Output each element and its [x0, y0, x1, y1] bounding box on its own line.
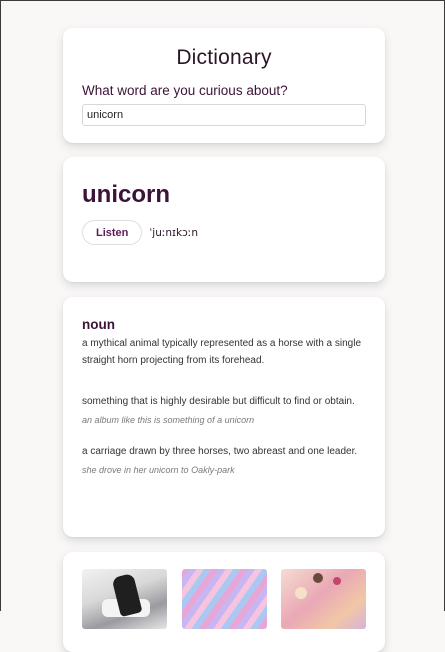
search-card: Dictionary What word are you curious abo…: [63, 28, 385, 143]
photo-grid: [82, 569, 366, 629]
meaning-item: something that is highly desirable but d…: [82, 393, 366, 425]
photo-thumbnail[interactable]: [281, 569, 366, 629]
definition-text: a carriage drawn by three horses, two ab…: [82, 446, 358, 457]
search-prompt: What word are you curious about?: [82, 83, 288, 98]
definitions-card: noun a mythical animal typically represe…: [63, 297, 385, 537]
photo-thumbnail[interactable]: [82, 569, 167, 629]
word-card: unicorn Listen ˈjuːnɪkɔːn: [63, 157, 385, 282]
definition-text: something that is highly desirable but d…: [82, 396, 355, 407]
meaning-item: a mythical animal typically represented …: [82, 335, 366, 369]
example-text: she drove in her unicorn to Oakly-park: [82, 465, 235, 475]
phonetic-text: ˈjuːnɪkɔːn: [149, 226, 198, 239]
app-title: Dictionary: [176, 46, 272, 69]
meaning-item: a carriage drawn by three horses, two ab…: [82, 443, 366, 475]
photo-shape: [333, 577, 341, 585]
listen-button[interactable]: Listen: [82, 220, 143, 245]
headword: unicorn: [82, 181, 170, 208]
part-of-speech: noun: [82, 317, 115, 332]
photo-thumbnail[interactable]: [181, 569, 267, 629]
definition-text: a mythical animal typically represented …: [82, 338, 362, 366]
photos-card: [63, 552, 385, 652]
pronunciation-row: Listen ˈjuːnɪkɔːn: [82, 220, 366, 245]
search-input[interactable]: [82, 104, 366, 126]
photo-shape: [313, 573, 323, 583]
example-text: an album like this is something of a uni…: [82, 415, 255, 425]
photo-shape: [295, 587, 307, 599]
